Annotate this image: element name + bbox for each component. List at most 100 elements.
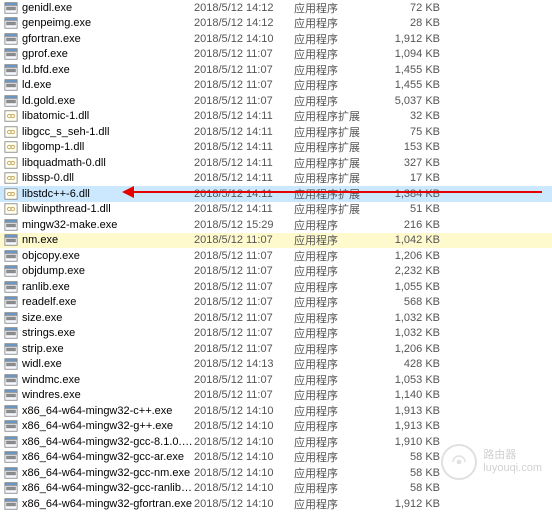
file-type: 应用程序 <box>294 372 376 388</box>
file-row[interactable]: x86_64-w64-mingw32-c++.exe2018/5/12 14:1… <box>0 403 552 419</box>
file-size: 58 KB <box>376 451 448 463</box>
file-size: 1,384 KB <box>376 188 448 200</box>
file-size: 51 KB <box>376 203 448 215</box>
file-row[interactable]: genidl.exe2018/5/12 14:12应用程序72 KB <box>0 0 552 16</box>
file-date: 2018/5/12 14:11 <box>194 110 294 122</box>
file-size: 1,912 KB <box>376 33 448 45</box>
file-date: 2018/5/12 14:10 <box>194 467 294 479</box>
file-type: 应用程序 <box>294 263 376 279</box>
file-row[interactable]: ld.gold.exe2018/5/12 11:07应用程序5,037 KB <box>0 93 552 109</box>
file-date: 2018/5/12 11:07 <box>194 48 294 60</box>
file-row[interactable]: ranlib.exe2018/5/12 11:07应用程序1,055 KB <box>0 279 552 295</box>
file-name: x86_64-w64-mingw32-gcc-8.1.0.exe <box>22 436 194 448</box>
file-list[interactable]: genidl.exe2018/5/12 14:12应用程序72 KBgenpei… <box>0 0 552 512</box>
file-row[interactable]: objcopy.exe2018/5/12 11:07应用程序1,206 KB <box>0 248 552 264</box>
exe-icon <box>4 1 18 15</box>
file-row[interactable]: objdump.exe2018/5/12 11:07应用程序2,232 KB <box>0 264 552 280</box>
file-date: 2018/5/12 14:10 <box>194 420 294 432</box>
file-size: 32 KB <box>376 110 448 122</box>
file-row[interactable]: gfortran.exe2018/5/12 14:10应用程序1,912 KB <box>0 31 552 47</box>
file-row[interactable]: libatomic-1.dll2018/5/12 14:11应用程序扩展32 K… <box>0 109 552 125</box>
file-row[interactable]: size.exe2018/5/12 11:07应用程序1,032 KB <box>0 310 552 326</box>
file-row[interactable]: x86_64-w64-mingw32-gfortran.exe2018/5/12… <box>0 496 552 512</box>
file-name: x86_64-w64-mingw32-gcc-ar.exe <box>22 451 194 463</box>
file-type: 应用程序 <box>294 217 376 233</box>
file-row[interactable]: libssp-0.dll2018/5/12 14:11应用程序扩展17 KB <box>0 171 552 187</box>
file-name: strings.exe <box>22 327 194 339</box>
file-date: 2018/5/12 11:07 <box>194 250 294 262</box>
file-name: ld.bfd.exe <box>22 64 194 76</box>
file-row[interactable]: nm.exe2018/5/12 11:07应用程序1,042 KB <box>0 233 552 249</box>
file-type: 应用程序 <box>294 418 376 434</box>
file-date: 2018/5/12 14:11 <box>194 203 294 215</box>
exe-icon <box>4 280 18 294</box>
file-size: 1,140 KB <box>376 389 448 401</box>
dll-icon <box>4 140 18 154</box>
file-type: 应用程序 <box>294 0 376 16</box>
file-row[interactable]: strip.exe2018/5/12 11:07应用程序1,206 KB <box>0 341 552 357</box>
exe-icon <box>4 264 18 278</box>
file-date: 2018/5/12 11:07 <box>194 95 294 107</box>
file-name: objdump.exe <box>22 265 194 277</box>
file-size: 1,042 KB <box>376 234 448 246</box>
exe-icon <box>4 63 18 77</box>
file-size: 75 KB <box>376 126 448 138</box>
file-date: 2018/5/12 15:29 <box>194 219 294 231</box>
exe-icon <box>4 342 18 356</box>
file-type: 应用程序 <box>294 387 376 403</box>
file-row[interactable]: x86_64-w64-mingw32-g++.exe2018/5/12 14:1… <box>0 419 552 435</box>
file-size: 1,032 KB <box>376 327 448 339</box>
file-row[interactable]: ld.exe2018/5/12 11:07应用程序1,455 KB <box>0 78 552 94</box>
file-type: 应用程序 <box>294 31 376 47</box>
file-date: 2018/5/12 11:07 <box>194 79 294 91</box>
file-name: ld.exe <box>22 79 194 91</box>
file-row[interactable]: genpeimg.exe2018/5/12 14:12应用程序28 KB <box>0 16 552 32</box>
file-size: 568 KB <box>376 296 448 308</box>
file-name: ranlib.exe <box>22 281 194 293</box>
file-name: mingw32-make.exe <box>22 219 194 231</box>
exe-icon <box>4 404 18 418</box>
file-row[interactable]: libwinpthread-1.dll2018/5/12 14:11应用程序扩展… <box>0 202 552 218</box>
file-row[interactable]: ld.bfd.exe2018/5/12 11:07应用程序1,455 KB <box>0 62 552 78</box>
dll-icon <box>4 109 18 123</box>
file-row[interactable]: windres.exe2018/5/12 11:07应用程序1,140 KB <box>0 388 552 404</box>
file-row[interactable]: readelf.exe2018/5/12 11:07应用程序568 KB <box>0 295 552 311</box>
file-row[interactable]: libstdc++-6.dll2018/5/12 14:11应用程序扩展1,38… <box>0 186 552 202</box>
file-name: objcopy.exe <box>22 250 194 262</box>
file-date: 2018/5/12 11:07 <box>194 343 294 355</box>
file-row[interactable]: strings.exe2018/5/12 11:07应用程序1,032 KB <box>0 326 552 342</box>
file-date: 2018/5/12 14:12 <box>194 2 294 14</box>
file-name: x86_64-w64-mingw32-gcc-ranlib.exe <box>22 482 194 494</box>
file-row[interactable]: widl.exe2018/5/12 14:13应用程序428 KB <box>0 357 552 373</box>
file-name: libstdc++-6.dll <box>22 188 194 200</box>
file-type: 应用程序扩展 <box>294 108 376 124</box>
file-size: 5,037 KB <box>376 95 448 107</box>
watermark-logo-icon <box>441 444 477 480</box>
file-row[interactable]: libgomp-1.dll2018/5/12 14:11应用程序扩展153 KB <box>0 140 552 156</box>
exe-icon <box>4 47 18 61</box>
exe-icon <box>4 419 18 433</box>
file-size: 428 KB <box>376 358 448 370</box>
file-size: 153 KB <box>376 141 448 153</box>
file-row[interactable]: gprof.exe2018/5/12 11:07应用程序1,094 KB <box>0 47 552 63</box>
file-type: 应用程序 <box>294 434 376 450</box>
file-size: 1,910 KB <box>376 436 448 448</box>
file-type: 应用程序扩展 <box>294 170 376 186</box>
watermark-url: luyouqi.com <box>483 462 542 475</box>
file-name: libatomic-1.dll <box>22 110 194 122</box>
file-type: 应用程序扩展 <box>294 155 376 171</box>
file-row[interactable]: libgcc_s_seh-1.dll2018/5/12 14:11应用程序扩展7… <box>0 124 552 140</box>
dll-icon <box>4 171 18 185</box>
file-row[interactable]: libquadmath-0.dll2018/5/12 14:11应用程序扩展32… <box>0 155 552 171</box>
file-row[interactable]: x86_64-w64-mingw32-gcc-ranlib.exe2018/5/… <box>0 481 552 497</box>
file-date: 2018/5/12 14:10 <box>194 451 294 463</box>
file-type: 应用程序 <box>294 496 376 512</box>
file-date: 2018/5/12 11:07 <box>194 64 294 76</box>
file-row[interactable]: windmc.exe2018/5/12 11:07应用程序1,053 KB <box>0 372 552 388</box>
file-date: 2018/5/12 11:07 <box>194 389 294 401</box>
file-date: 2018/5/12 11:07 <box>194 327 294 339</box>
file-size: 1,455 KB <box>376 64 448 76</box>
exe-icon <box>4 311 18 325</box>
file-row[interactable]: mingw32-make.exe2018/5/12 15:29应用程序216 K… <box>0 217 552 233</box>
file-size: 1,094 KB <box>376 48 448 60</box>
